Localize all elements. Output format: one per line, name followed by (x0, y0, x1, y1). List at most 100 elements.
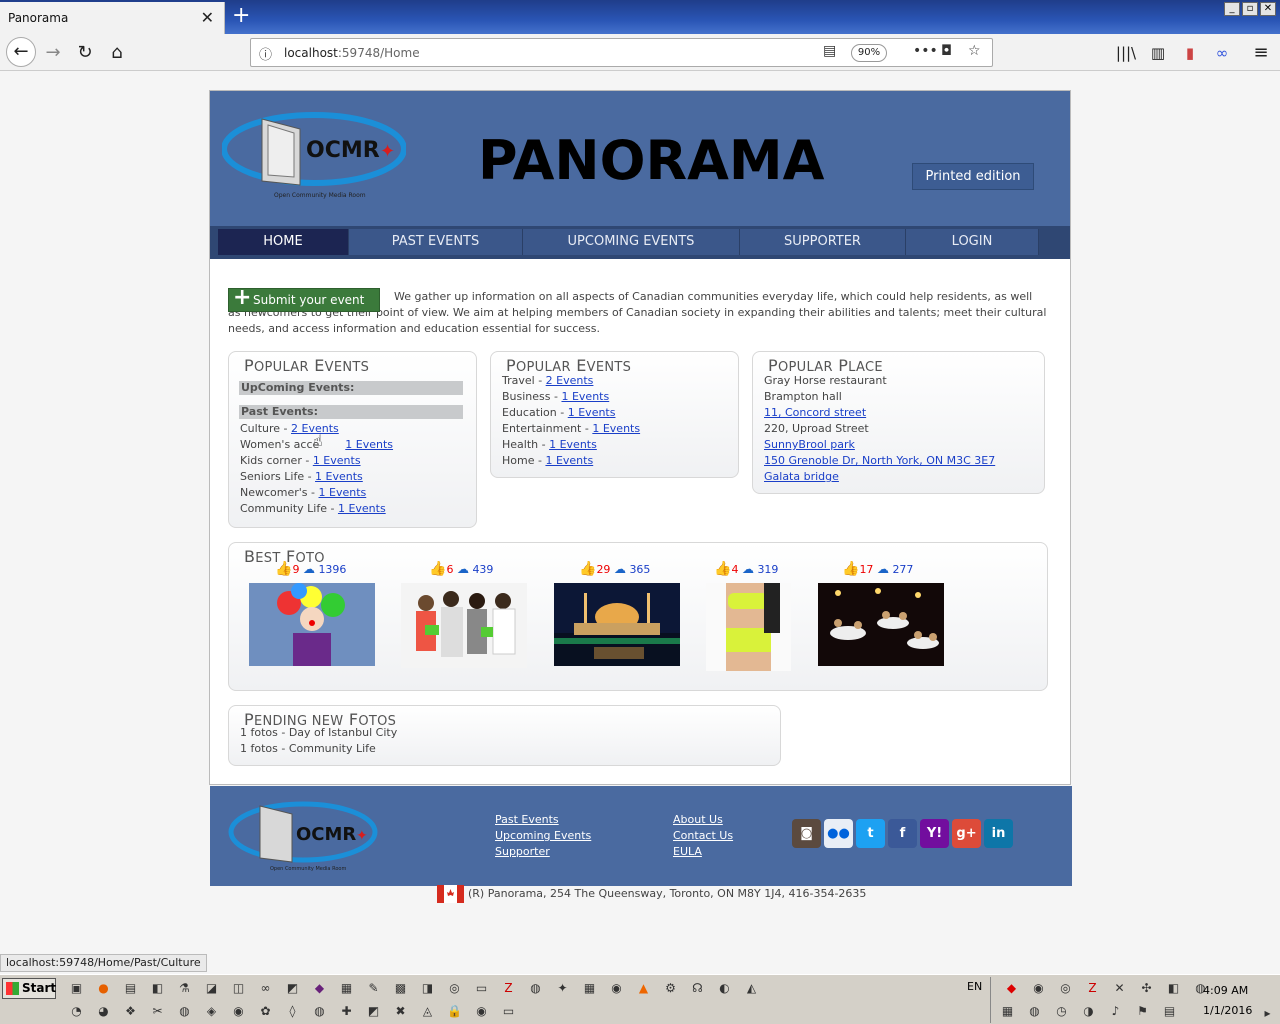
app-icon[interactable]: ◪ (201, 978, 222, 999)
place-link[interactable]: 11, Concord street (764, 406, 866, 419)
app-icon[interactable]: ◔ (66, 1001, 87, 1022)
flickr-icon[interactable]: ●● (824, 819, 853, 848)
tray-icon[interactable]: ◎ (1055, 978, 1076, 999)
facebook-icon[interactable]: f (888, 819, 917, 848)
tray-icon[interactable]: ▦ (997, 1001, 1018, 1022)
volume-icon[interactable]: ♪ (1105, 1001, 1126, 1022)
app-icon[interactable]: ◫ (228, 978, 249, 999)
app-icon[interactable]: ◍ (309, 1001, 330, 1022)
photo-students[interactable] (401, 583, 527, 668)
app-icon[interactable]: ◊ (282, 1001, 303, 1022)
pocket-icon[interactable]: ◘ (941, 43, 952, 59)
google-plus-icon[interactable]: g+ (952, 819, 981, 848)
footer-link-eula[interactable]: EULA (673, 844, 733, 860)
app-icon[interactable]: ◬ (417, 1001, 438, 1022)
tray-icon[interactable]: ◉ (1028, 978, 1049, 999)
cmd-icon[interactable]: ▣ (66, 978, 87, 999)
events-link[interactable]: 1 Events (319, 486, 367, 499)
zoom-level[interactable]: 90% (851, 44, 887, 62)
app-icon[interactable]: ◍ (525, 978, 546, 999)
menu-home[interactable]: HOME (218, 229, 349, 255)
events-link[interactable]: 1 Events (545, 454, 593, 467)
twitter-icon[interactable]: t (856, 819, 885, 848)
place-link[interactable]: Galata bridge (764, 470, 839, 483)
app-icon[interactable]: ▭ (471, 978, 492, 999)
app-icon[interactable]: ◐ (714, 978, 735, 999)
tray-icon[interactable]: ◧ (1163, 978, 1184, 999)
menu-upcoming-events[interactable]: UPCOMING EVENTS (523, 229, 740, 255)
lock-icon[interactable]: 🔒 (444, 1001, 465, 1022)
extension-icon[interactable]: ▮ (1177, 40, 1203, 66)
app-icon[interactable]: ✖ (390, 1001, 411, 1022)
vlc-icon[interactable]: ▲ (633, 978, 654, 999)
app-icon[interactable]: ◕ (93, 1001, 114, 1022)
photo-clown[interactable] (249, 583, 375, 666)
forward-icon[interactable]: → (40, 40, 66, 66)
notepad-icon[interactable]: ▤ (120, 978, 141, 999)
app-icon[interactable]: ▦ (336, 978, 357, 999)
events-link[interactable]: 1 Events (592, 422, 640, 435)
app-icon[interactable]: ◎ (444, 978, 465, 999)
minimize-button[interactable]: _ (1224, 2, 1240, 16)
app-icon[interactable]: ⚙ (660, 978, 681, 999)
sidebar-icon[interactable]: ▥ (1145, 40, 1171, 66)
library-icon[interactable]: |||\ (1113, 40, 1139, 66)
thumbs-up-icon[interactable]: 👍 (842, 561, 859, 577)
thumbs-up-icon[interactable]: 👍 (275, 561, 292, 577)
show-desktop-icon[interactable]: ▸ (1257, 1003, 1278, 1024)
visual-studio-icon[interactable]: ◆ (309, 978, 330, 999)
menu-icon[interactable]: ≡ (1248, 40, 1274, 66)
reload-icon[interactable]: ↻ (72, 40, 98, 66)
submit-event-button[interactable]: + Submit your event (228, 287, 380, 312)
app-icon[interactable]: ✦ (552, 978, 573, 999)
app-icon[interactable]: ◈ (201, 1001, 222, 1022)
tray-icon[interactable]: ✕ (1109, 978, 1130, 999)
ocmr-logo[interactable]: OCMR ✦ Open Community Media Room (222, 111, 406, 201)
app-icon[interactable]: ✿ (255, 1001, 276, 1022)
app-icon[interactable]: ◉ (606, 978, 627, 999)
app-icon[interactable]: ◍ (174, 1001, 195, 1022)
tray-icon[interactable]: ◷ (1051, 1001, 1072, 1022)
tray-icon[interactable]: ◍ (1024, 1001, 1045, 1022)
place-link[interactable]: SunnyBrool park (764, 438, 855, 451)
clock-date[interactable]: 1/1/2016 (1203, 1004, 1252, 1017)
back-icon[interactable]: ← (6, 37, 36, 67)
events-link[interactable]: 1 Events (561, 390, 609, 403)
app-icon[interactable]: ◩ (282, 978, 303, 999)
home-icon[interactable]: ⌂ (104, 40, 130, 66)
browser-tab[interactable]: Panorama ✕ (0, 2, 225, 34)
events-link[interactable]: 1 Events (315, 470, 363, 483)
footer-link-past-events[interactable]: Past Events (495, 812, 591, 828)
save-icon[interactable]: ▩ (390, 978, 411, 999)
app-icon[interactable]: ▦ (579, 978, 600, 999)
instagram-icon[interactable]: ◙ (792, 819, 821, 848)
footer-ocmr-logo[interactable]: OCMR ✦ Open Community Media Room (228, 800, 378, 874)
photo-swimsuit[interactable] (706, 583, 791, 671)
app-icon[interactable]: ✎ (363, 978, 384, 999)
bookmark-star-icon[interactable]: ☆ (968, 43, 981, 59)
maximize-button[interactable]: ▫ (1242, 2, 1258, 16)
app-icon[interactable]: ◭ (741, 978, 762, 999)
app-icon[interactable]: ❖ (120, 1001, 141, 1022)
url-bar[interactable]: ⓘ localhost:59748/Home ▤ 90% ••• ◘ ☆ (250, 38, 993, 67)
app-icon[interactable]: ✚ (336, 1001, 357, 1022)
close-tab-icon[interactable]: ✕ (201, 8, 214, 27)
tray-icon[interactable]: ✣ (1136, 978, 1157, 999)
footer-link-upcoming-events[interactable]: Upcoming Events (495, 828, 591, 844)
new-tab-button[interactable]: + (232, 3, 250, 28)
app-icon[interactable]: ∞ (255, 978, 276, 999)
tray-icon[interactable]: ◑ (1078, 1001, 1099, 1022)
tray-icon[interactable]: Z (1082, 978, 1103, 999)
firefox-icon[interactable]: ● (93, 978, 114, 999)
footer-link-supporter[interactable]: Supporter (495, 844, 591, 860)
close-window-button[interactable]: ✕ (1260, 2, 1276, 16)
yahoo-icon[interactable]: Y! (920, 819, 949, 848)
events-link[interactable]: 1 Events (568, 406, 616, 419)
paint-icon[interactable]: ◧ (147, 978, 168, 999)
printed-edition-button[interactable]: Printed edition (912, 163, 1034, 190)
photo-mosque-night[interactable] (554, 583, 680, 666)
linkedin-icon[interactable]: in (984, 819, 1013, 848)
folder-icon[interactable]: ▭ (498, 1001, 519, 1022)
menu-login[interactable]: LOGIN (906, 229, 1039, 255)
footer-link-contact-us[interactable]: Contact Us (673, 828, 733, 844)
